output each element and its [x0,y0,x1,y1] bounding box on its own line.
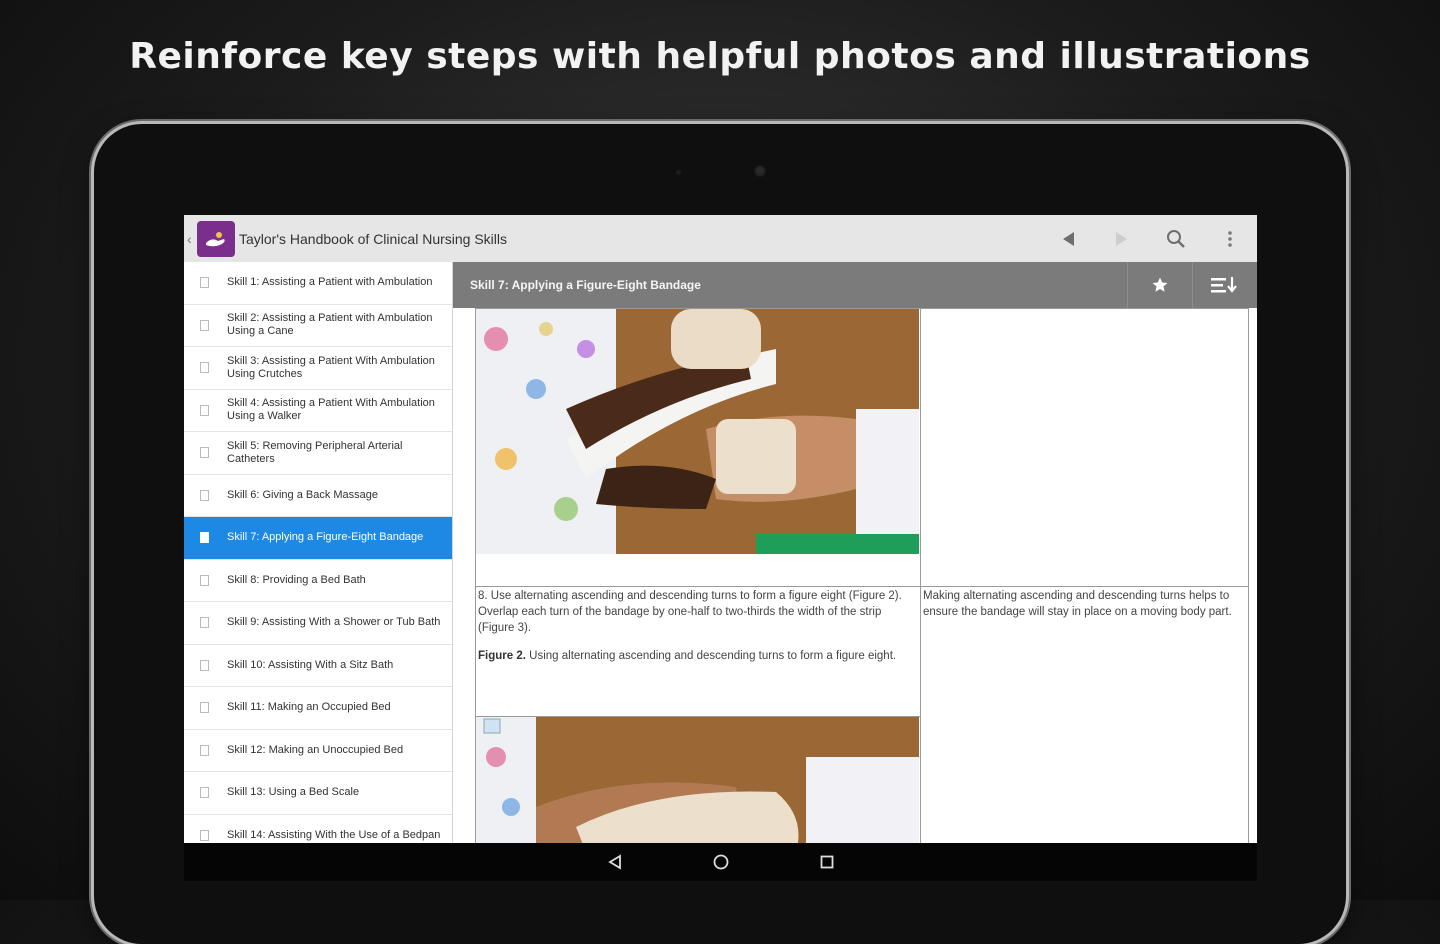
tablet-camera [754,165,766,177]
skill-label: Skill 2: Assisting a Patient with Ambula… [227,312,433,338]
sort-list-icon [1211,277,1237,293]
figure-3-photo [476,717,919,852]
skill-list-item[interactable]: Skill 8: Providing a Bed Bath [184,560,452,602]
figure-1-photo [476,309,919,554]
tablet-sensor [676,170,681,175]
promo-headline: Reinforce key steps with helpful photos … [129,36,1311,77]
nav-back-icon [607,854,621,870]
forward-button[interactable] [1095,215,1149,262]
star-icon [1152,277,1168,292]
search-icon [1167,229,1185,248]
figure-1-cell [475,308,921,587]
skill-label: Skill 12: Making an Unoccupied Bed [227,743,404,756]
rationale-text: Making alternating ascending and descend… [923,590,1232,618]
skill-label: Skill 5: Removing Peripheral Arterial Ca… [227,439,403,465]
step-text-cell: 8. Use alternating ascending and descend… [475,586,921,717]
skill-list-item[interactable]: Skill 11: Making an Occupied Bed [184,687,452,730]
skill-list-item[interactable]: Skill 4: Assisting a Patient With Ambula… [184,390,452,432]
document-icon [200,404,209,416]
skills-list: Skill 1: Assisting a Patient with Ambula… [184,262,453,881]
document-icon [200,532,209,544]
hands-logo-icon [206,231,225,246]
bookmark-button[interactable] [1127,262,1192,308]
up-caret-icon[interactable]: ‹ [187,231,195,247]
overflow-menu-button[interactable] [1203,215,1257,262]
app-action-bar: ‹ Taylor's Handbook of Clinical Nursing … [184,215,1257,263]
tablet-frame: ‹ Taylor's Handbook of Clinical Nursing … [94,124,1346,944]
document-icon [200,744,209,756]
skill-label: Skill 13: Using a Bed Scale [227,786,360,799]
figure-caption-paragraph: Figure 2. Using alternating ascending an… [478,648,918,664]
skill-label: Skill 3: Assisting a Patient With Ambula… [227,354,435,380]
skill-title: Skill 7: Applying a Figure-Eight Bandage [470,278,701,292]
document-icon [200,362,209,374]
skill-list-item-selected[interactable]: Skill 7: Applying a Figure-Eight Bandage [184,517,452,560]
content-header: Skill 7: Applying a Figure-Eight Bandage [453,262,1257,308]
content-actions [1127,262,1257,308]
back-button[interactable] [1041,215,1095,262]
document-icon [200,277,209,289]
skill-content-pane: Skill 7: Applying a Figure-Eight Bandage [453,262,1257,881]
skill-list-item[interactable]: Skill 12: Making an Unoccupied Bed [184,730,452,772]
device-screen: ‹ Taylor's Handbook of Clinical Nursing … [184,215,1257,881]
forward-arrow-icon [1116,231,1127,246]
document-icon [200,447,209,459]
app-title: Taylor's Handbook of Clinical Nursing Sk… [239,230,508,247]
skill-label: Skill 11: Making an Occupied Bed [227,701,391,714]
nav-home-button[interactable] [668,843,774,881]
nav-recents-icon [820,855,833,869]
bandaging-photo-illustration [476,717,919,852]
skill-list-item[interactable]: Skill 1: Assisting a Patient with Ambula… [184,262,452,305]
figure-label: Figure 2. [478,650,526,662]
document-icon [200,319,209,331]
system-navigation-bar [184,843,1257,881]
skill-label: Skill 1: Assisting a Patient with Ambula… [227,276,433,289]
document-icon [200,787,209,799]
document-icon [200,574,209,586]
skill-list-item[interactable]: Skill 9: Assisting With a Shower or Tub … [184,602,452,645]
table-of-contents-button[interactable] [1192,262,1257,308]
skill-label: Skill 8: Providing a Bed Bath [227,573,366,586]
nav-home-icon [713,854,728,870]
appbar-actions [1041,215,1257,262]
skill-list-item[interactable]: Skill 3: Assisting a Patient With Ambula… [184,347,452,390]
rationale-empty-cell [920,308,1249,587]
skill-list-item[interactable]: Skill 13: Using a Bed Scale [184,772,452,815]
skill-list-item[interactable]: Skill 2: Assisting a Patient with Ambula… [184,305,452,347]
document-icon [200,829,209,841]
skill-label: Skill 6: Giving a Back Massage [227,488,379,501]
step-instruction: 8. Use alternating ascending and descend… [478,590,902,634]
skill-label: Skill 9: Assisting With a Shower or Tub … [227,616,441,629]
skill-label: Skill 14: Assisting With the Use of a Be… [227,828,441,841]
document-icon [200,489,209,501]
skill-step-table: 8. Use alternating ascending and descend… [475,308,1249,881]
app-logo[interactable] [197,220,235,257]
document-icon [200,702,209,714]
skill-label: Skill 4: Assisting a Patient With Ambula… [227,397,435,423]
figure-caption: Using alternating ascending and descendi… [529,650,897,662]
document-icon [200,659,209,671]
bandaging-photo-illustration [476,309,919,554]
skill-label: Skill 7: Applying a Figure-Eight Bandage [227,531,424,544]
search-button[interactable] [1149,215,1203,262]
rationale-cell: Making alternating ascending and descend… [920,586,1249,881]
skill-list-item[interactable]: Skill 10: Assisting With a Sitz Bath [184,645,452,687]
overflow-menu-icon [1228,230,1232,247]
back-arrow-icon [1063,231,1074,246]
document-icon [200,617,209,629]
nav-back-button[interactable] [562,843,668,881]
nav-recents-button[interactable] [774,843,880,881]
skill-list-item[interactable]: Skill 6: Giving a Back Massage [184,475,452,517]
skill-label: Skill 10: Assisting With a Sitz Bath [227,658,394,671]
skill-list-item[interactable]: Skill 5: Removing Peripheral Arterial Ca… [184,432,452,475]
